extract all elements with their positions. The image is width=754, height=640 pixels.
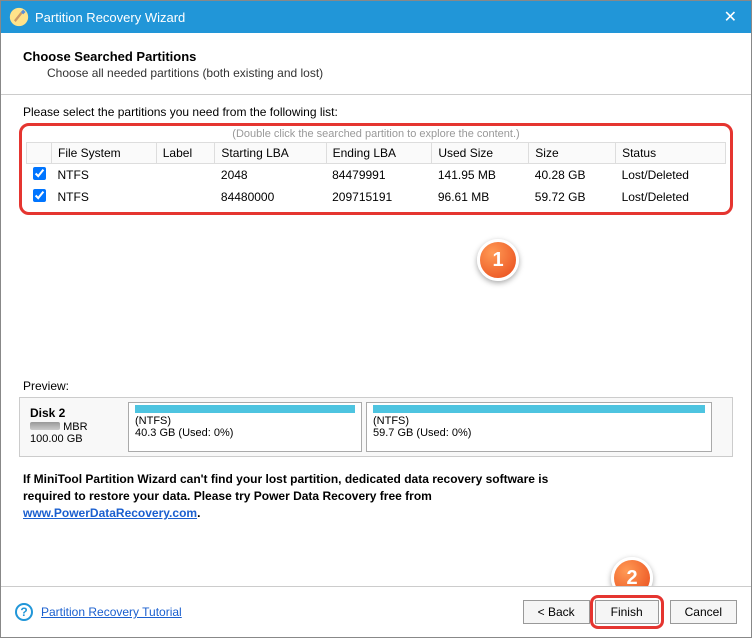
cell-status: Lost/Deleted	[616, 164, 726, 187]
finish-button[interactable]: Finish	[595, 600, 659, 624]
preview-label: Preview:	[23, 379, 733, 393]
col-starting-lba[interactable]: Starting LBA	[215, 143, 326, 164]
page-heading: Choose Searched Partitions	[23, 49, 733, 64]
col-used-size[interactable]: Used Size	[432, 143, 529, 164]
table-hint: (Double click the searched partition to …	[26, 128, 726, 140]
recovery-link[interactable]: www.PowerDataRecovery.com	[23, 506, 197, 520]
finish-highlight: Finish	[590, 595, 664, 629]
footer: ? Partition Recovery Tutorial < Back Fin…	[1, 586, 751, 637]
row-checkbox[interactable]	[33, 189, 46, 202]
col-filesystem[interactable]: File System	[52, 143, 157, 164]
help-icon[interactable]: ?	[15, 603, 33, 621]
table-row[interactable]: NTFS 2048 84479991 141.95 MB 40.28 GB Lo…	[27, 164, 726, 187]
cell-used: 96.61 MB	[432, 186, 529, 208]
cell-size: 40.28 GB	[529, 164, 616, 187]
col-status[interactable]: Status	[616, 143, 726, 164]
table-row[interactable]: NTFS 84480000 209715191 96.61 MB 59.72 G…	[27, 186, 726, 208]
cancel-button[interactable]: Cancel	[670, 600, 737, 624]
content-area: Choose Searched Partitions Choose all ne…	[1, 33, 751, 521]
cell-size: 59.72 GB	[529, 186, 616, 208]
disk-info: Disk 2 MBR 100.00 GB	[24, 402, 124, 452]
app-icon	[9, 7, 29, 27]
tutorial-link[interactable]: Partition Recovery Tutorial	[41, 605, 517, 619]
close-icon[interactable]: ✕	[718, 7, 743, 27]
partition-block[interactable]: (NTFS) 59.7 GB (Used: 0%)	[366, 402, 712, 452]
window-title: Partition Recovery Wizard	[35, 10, 718, 25]
partition-table: File System Label Starting LBA Ending LB…	[26, 142, 726, 208]
cell-start: 84480000	[215, 186, 326, 208]
col-label[interactable]: Label	[156, 143, 215, 164]
cell-status: Lost/Deleted	[616, 186, 726, 208]
partition-usage-bar	[135, 405, 355, 413]
titlebar: Partition Recovery Wizard ✕	[1, 1, 751, 33]
partition-table-highlight: (Double click the searched partition to …	[19, 123, 733, 215]
callout-badge-1: 1	[477, 239, 519, 281]
partition-usage-bar	[373, 405, 705, 413]
part-fs: (NTFS)	[373, 415, 705, 427]
instruction-text: Please select the partitions you need fr…	[23, 105, 733, 119]
table-empty-area	[19, 215, 733, 365]
part-detail: 40.3 GB (Used: 0%)	[135, 427, 355, 439]
col-ending-lba[interactable]: Ending LBA	[326, 143, 432, 164]
cell-start: 2048	[215, 164, 326, 187]
preview-bar: Disk 2 MBR 100.00 GB (NTFS) 40.3 GB (Use…	[19, 397, 733, 457]
cell-used: 141.95 MB	[432, 164, 529, 187]
cell-label	[156, 164, 215, 187]
recovery-note: If MiniTool Partition Wizard can't find …	[23, 471, 729, 521]
col-size[interactable]: Size	[529, 143, 616, 164]
page-subheading: Choose all needed partitions (both exist…	[47, 66, 733, 80]
cell-end: 209715191	[326, 186, 432, 208]
disk-icon	[30, 422, 60, 430]
back-button[interactable]: < Back	[523, 600, 590, 624]
partition-block[interactable]: (NTFS) 40.3 GB (Used: 0%)	[128, 402, 362, 452]
cell-fs: NTFS	[52, 186, 157, 208]
part-detail: 59.7 GB (Used: 0%)	[373, 427, 705, 439]
col-check[interactable]	[27, 143, 52, 164]
cell-fs: NTFS	[52, 164, 157, 187]
disk-type: MBR	[63, 421, 87, 433]
disk-name: Disk 2	[30, 406, 65, 420]
part-fs: (NTFS)	[135, 415, 355, 427]
wizard-window: Partition Recovery Wizard ✕ Choose Searc…	[0, 0, 752, 638]
disk-size: 100.00 GB	[30, 433, 83, 445]
cell-label	[156, 186, 215, 208]
row-checkbox[interactable]	[33, 167, 46, 180]
cell-end: 84479991	[326, 164, 432, 187]
